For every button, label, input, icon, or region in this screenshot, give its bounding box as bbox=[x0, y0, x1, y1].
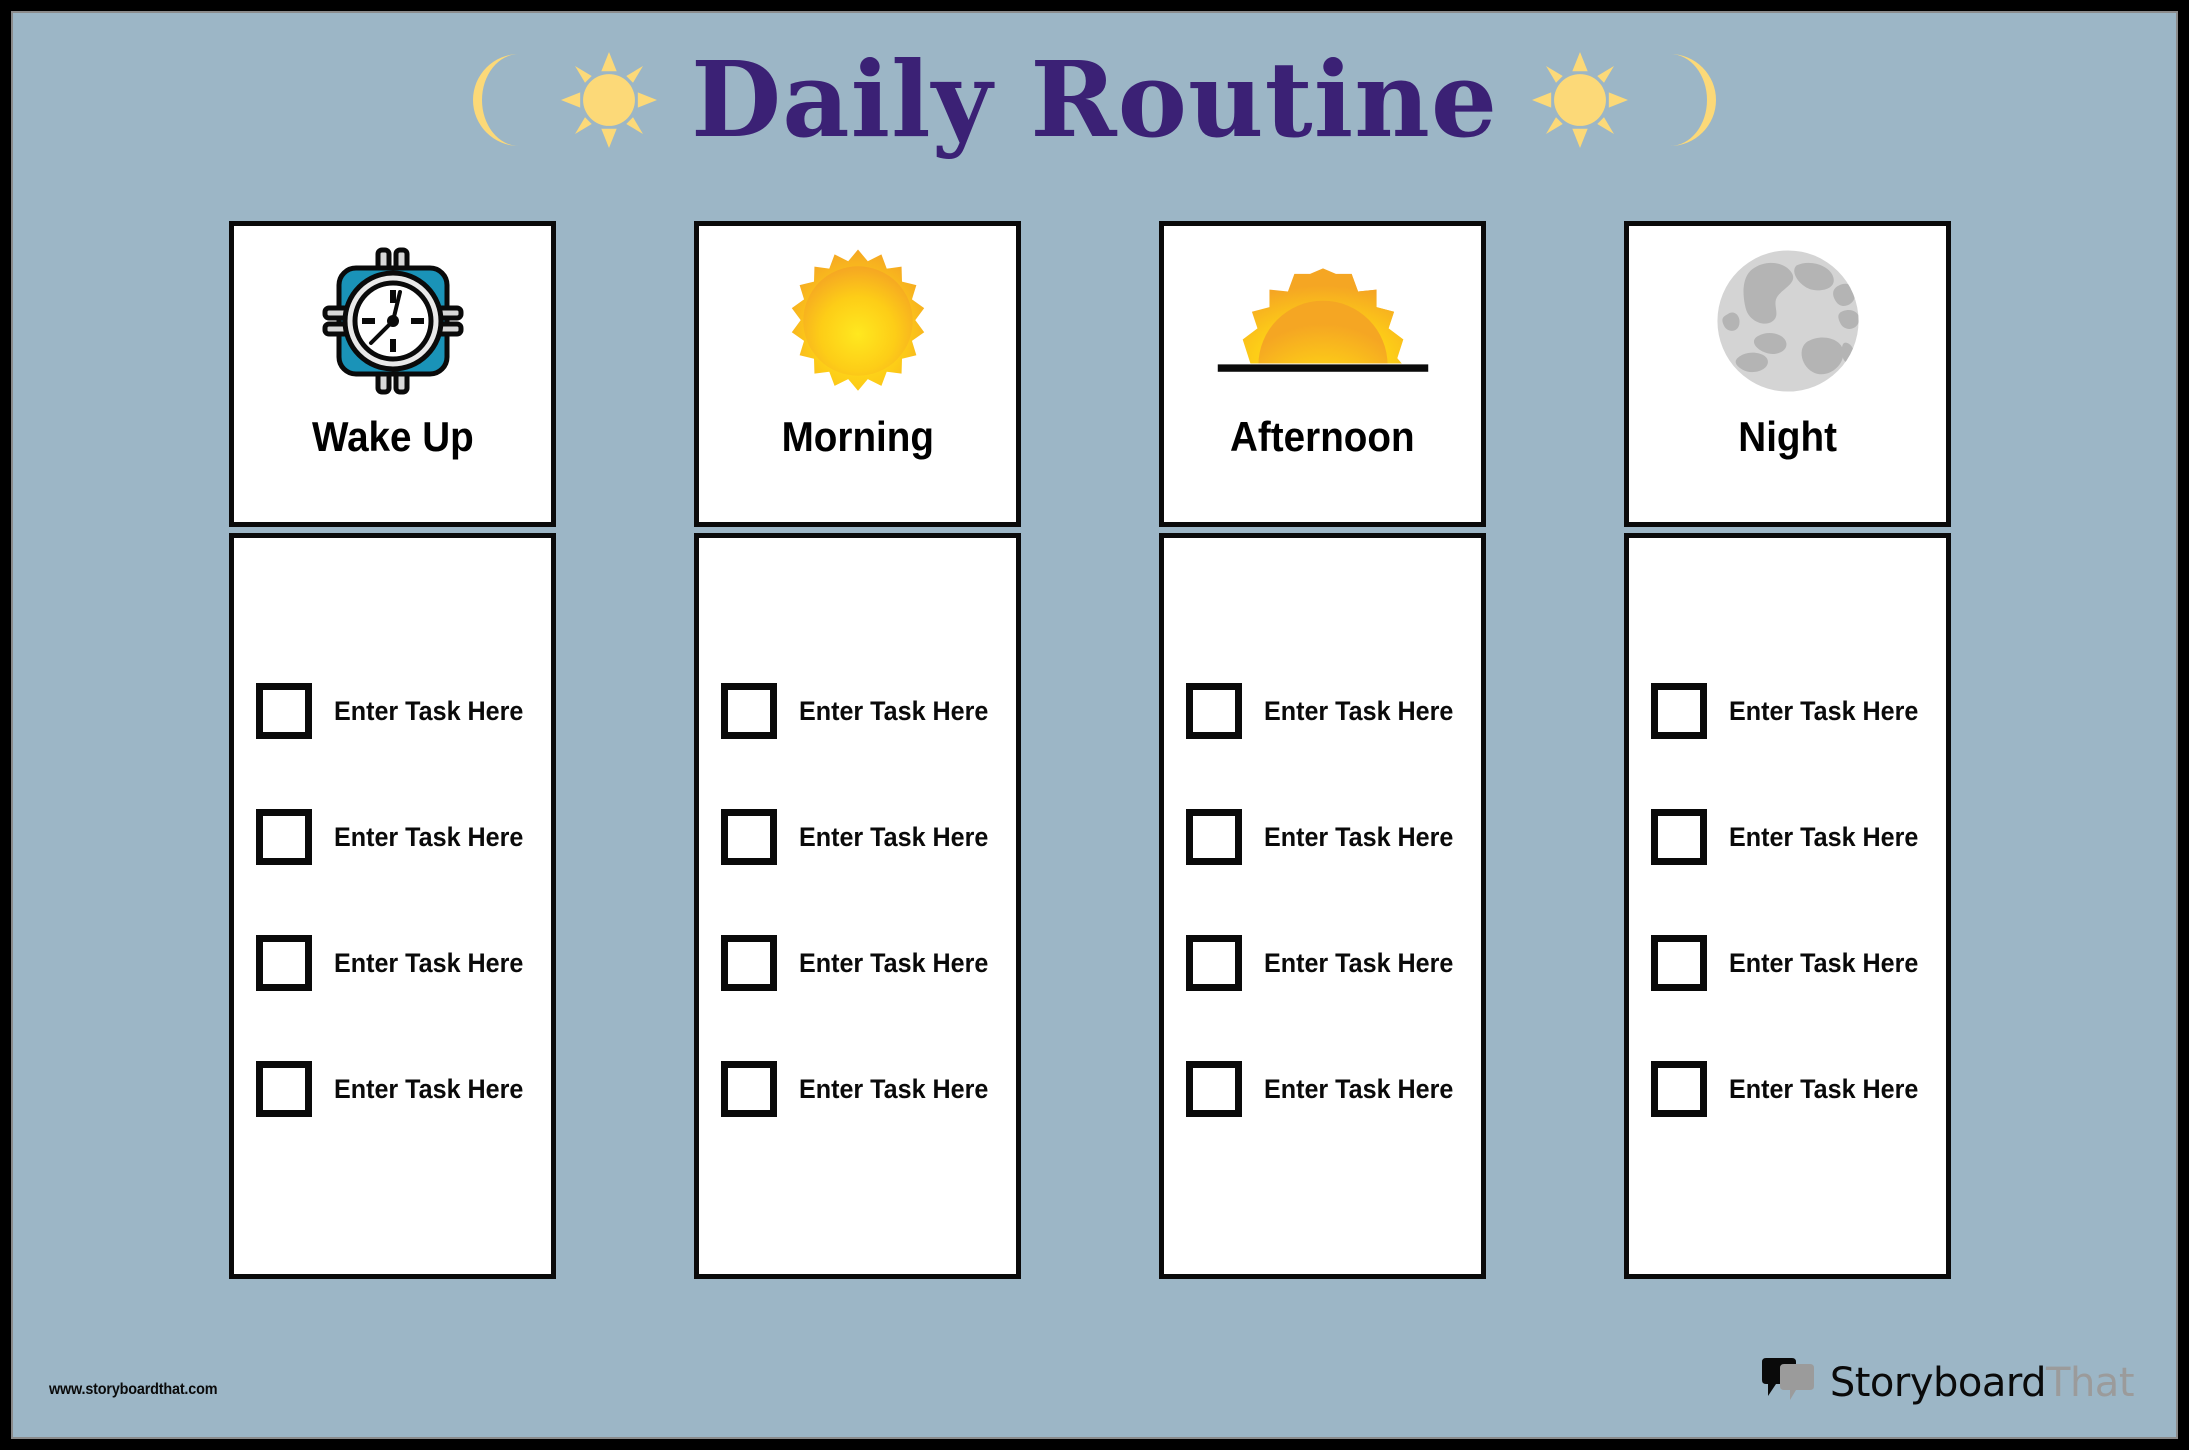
task-label: Enter Task Here bbox=[334, 1073, 524, 1104]
task-label: Enter Task Here bbox=[799, 821, 989, 852]
task-checkbox[interactable] bbox=[1651, 1061, 1707, 1117]
task-checkbox[interactable] bbox=[1186, 1061, 1242, 1117]
task-checkbox[interactable] bbox=[1651, 683, 1707, 739]
crescent-moon-icon-right bbox=[1662, 52, 1728, 148]
task-checkbox[interactable] bbox=[256, 1061, 312, 1117]
routine-column-morning: Morning Enter Task Here Enter Task Here … bbox=[694, 221, 1021, 1279]
task-label: Enter Task Here bbox=[1264, 947, 1454, 978]
footer-website-url: www.storyboardthat.com bbox=[49, 1381, 218, 1398]
brand-wordmark: StoryboardThat bbox=[1829, 1359, 2135, 1406]
poster-title-row: Daily Routine bbox=[13, 35, 2176, 165]
task-checkbox[interactable] bbox=[256, 935, 312, 991]
task-row[interactable]: Enter Task Here bbox=[1629, 1026, 1946, 1152]
task-label: Enter Task Here bbox=[334, 695, 524, 726]
routine-column-wake-up: Wake Up Enter Task Here Enter Task Here … bbox=[229, 221, 556, 1279]
task-row[interactable]: Enter Task Here bbox=[1629, 648, 1946, 774]
task-checkbox[interactable] bbox=[1651, 935, 1707, 991]
column-title: Afternoon bbox=[1230, 413, 1415, 460]
poster-canvas: Daily Routine Wake Up Enter Task Here En… bbox=[11, 11, 2178, 1439]
column-header: Afternoon bbox=[1159, 221, 1486, 527]
column-title: Night bbox=[1738, 413, 1837, 460]
column-task-list: Enter Task Here Enter Task Here Enter Ta… bbox=[1624, 533, 1951, 1279]
task-row[interactable]: Enter Task Here bbox=[1164, 1026, 1481, 1152]
brand-primary-text: Storyboard bbox=[1829, 1359, 2047, 1406]
task-row[interactable]: Enter Task Here bbox=[234, 774, 551, 900]
task-row[interactable]: Enter Task Here bbox=[1629, 774, 1946, 900]
brand-secondary-text: That bbox=[2046, 1359, 2134, 1406]
task-checkbox[interactable] bbox=[1186, 683, 1242, 739]
column-header: Morning bbox=[694, 221, 1021, 527]
task-checkbox[interactable] bbox=[721, 1061, 777, 1117]
task-row[interactable]: Enter Task Here bbox=[1164, 648, 1481, 774]
column-title: Wake Up bbox=[311, 413, 474, 460]
speech-bubble-icon bbox=[1760, 1358, 1816, 1407]
task-row[interactable]: Enter Task Here bbox=[234, 648, 551, 774]
task-label: Enter Task Here bbox=[1264, 695, 1454, 726]
task-label: Enter Task Here bbox=[1264, 1073, 1454, 1104]
task-row[interactable]: Enter Task Here bbox=[1164, 900, 1481, 1026]
task-label: Enter Task Here bbox=[1729, 947, 1919, 978]
task-row[interactable]: Enter Task Here bbox=[1164, 774, 1481, 900]
task-checkbox[interactable] bbox=[721, 683, 777, 739]
task-row[interactable]: Enter Task Here bbox=[234, 900, 551, 1026]
task-label: Enter Task Here bbox=[799, 695, 989, 726]
column-header: Night bbox=[1624, 221, 1951, 527]
task-checkbox[interactable] bbox=[1186, 935, 1242, 991]
task-row[interactable]: Enter Task Here bbox=[699, 1026, 1016, 1152]
task-label: Enter Task Here bbox=[1729, 1073, 1919, 1104]
task-label: Enter Task Here bbox=[334, 947, 524, 978]
crescent-moon-icon bbox=[461, 52, 527, 148]
moon-icon bbox=[1629, 226, 1946, 416]
column-title: Morning bbox=[781, 413, 934, 460]
task-row[interactable]: Enter Task Here bbox=[1629, 900, 1946, 1026]
storyboardthat-logo: StoryboardThat bbox=[1760, 1358, 2134, 1407]
sun-icon bbox=[699, 226, 1016, 416]
task-checkbox[interactable] bbox=[1651, 809, 1707, 865]
sun-icon bbox=[561, 52, 658, 148]
sunset-icon bbox=[1164, 226, 1481, 416]
task-label: Enter Task Here bbox=[1264, 821, 1454, 852]
task-label: Enter Task Here bbox=[1729, 821, 1919, 852]
task-row[interactable]: Enter Task Here bbox=[699, 648, 1016, 774]
task-checkbox[interactable] bbox=[721, 809, 777, 865]
task-label: Enter Task Here bbox=[799, 947, 989, 978]
routine-column-night: Night Enter Task Here Enter Task Here En… bbox=[1624, 221, 1951, 1279]
task-label: Enter Task Here bbox=[1729, 695, 1919, 726]
task-label: Enter Task Here bbox=[334, 821, 524, 852]
task-row[interactable]: Enter Task Here bbox=[699, 774, 1016, 900]
task-checkbox[interactable] bbox=[721, 935, 777, 991]
task-label: Enter Task Here bbox=[799, 1073, 989, 1104]
column-header: Wake Up bbox=[229, 221, 556, 527]
task-row[interactable]: Enter Task Here bbox=[234, 1026, 551, 1152]
column-task-list: Enter Task Here Enter Task Here Enter Ta… bbox=[229, 533, 556, 1279]
routine-column-afternoon: Afternoon Enter Task Here Enter Task Her… bbox=[1159, 221, 1486, 1279]
task-checkbox[interactable] bbox=[1186, 809, 1242, 865]
routine-columns: Wake Up Enter Task Here Enter Task Here … bbox=[13, 221, 2176, 1316]
task-row[interactable]: Enter Task Here bbox=[699, 900, 1016, 1026]
sun-icon-right bbox=[1531, 52, 1628, 148]
task-checkbox[interactable] bbox=[256, 683, 312, 739]
page-title: Daily Routine bbox=[691, 38, 1498, 161]
column-task-list: Enter Task Here Enter Task Here Enter Ta… bbox=[694, 533, 1021, 1279]
poster-frame: Daily Routine Wake Up Enter Task Here En… bbox=[0, 0, 2189, 1450]
task-checkbox[interactable] bbox=[256, 809, 312, 865]
alarm-clock-icon bbox=[234, 226, 551, 416]
column-task-list: Enter Task Here Enter Task Here Enter Ta… bbox=[1159, 533, 1486, 1279]
